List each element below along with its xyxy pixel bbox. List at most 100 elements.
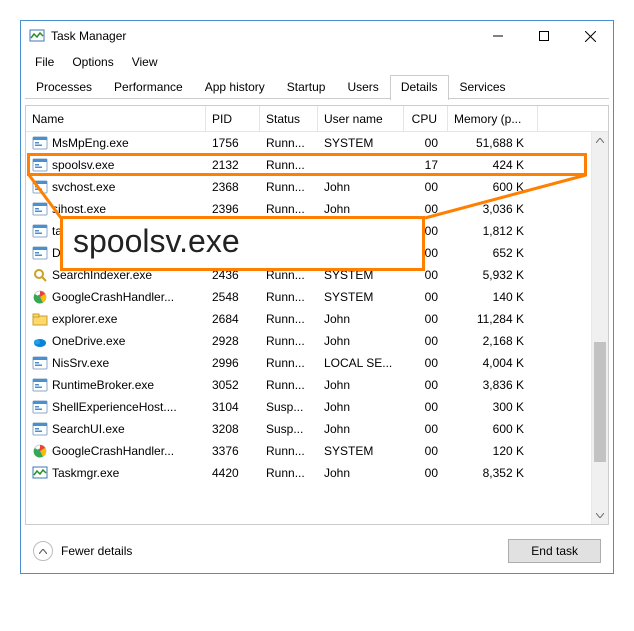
process-user: John bbox=[318, 375, 404, 395]
process-name: ShellExperienceHost.... bbox=[52, 400, 177, 414]
process-status: Runn... bbox=[260, 177, 318, 197]
table-row[interactable]: RuntimeBroker.exe3052Runn...John003,836 … bbox=[26, 374, 608, 396]
end-task-button[interactable]: End task bbox=[508, 539, 601, 563]
process-memory: 1,812 K bbox=[448, 221, 538, 241]
tab-details[interactable]: Details bbox=[390, 75, 449, 100]
process-memory: 120 K bbox=[448, 441, 538, 461]
table-row[interactable]: GoogleCrashHandler...3376Runn...SYSTEM00… bbox=[26, 440, 608, 462]
process-name: MsMpEng.exe bbox=[52, 136, 129, 150]
tab-startup[interactable]: Startup bbox=[276, 75, 337, 99]
process-user: John bbox=[318, 177, 404, 197]
process-memory: 4,004 K bbox=[448, 353, 538, 373]
process-icon bbox=[32, 333, 48, 349]
callout-box: spoolsv.exe bbox=[60, 216, 425, 271]
process-name: sihost.exe bbox=[52, 202, 106, 216]
process-memory: 600 K bbox=[448, 177, 538, 197]
window-controls bbox=[475, 21, 613, 51]
scroll-thumb[interactable] bbox=[594, 342, 606, 462]
tab-processes[interactable]: Processes bbox=[25, 75, 103, 99]
header-pid[interactable]: PID bbox=[206, 106, 260, 131]
header-memory[interactable]: Memory (p... bbox=[448, 106, 538, 131]
table-row[interactable]: explorer.exe2684Runn...John0011,284 K bbox=[26, 308, 608, 330]
process-icon bbox=[32, 135, 48, 151]
table-row[interactable]: ShellExperienceHost....3104Susp...John00… bbox=[26, 396, 608, 418]
process-memory: 5,932 K bbox=[448, 265, 538, 285]
table-row[interactable]: NisSrv.exe2996Runn...LOCAL SE...004,004 … bbox=[26, 352, 608, 374]
process-cpu: 00 bbox=[404, 331, 448, 351]
callout-text: spoolsv.exe bbox=[73, 223, 240, 259]
process-user: LOCAL SE... bbox=[318, 353, 404, 373]
process-icon bbox=[32, 465, 48, 481]
process-pid: 3376 bbox=[206, 441, 260, 461]
tab-services[interactable]: Services bbox=[449, 75, 517, 99]
header-user[interactable]: User name bbox=[318, 106, 404, 131]
chevron-up-icon bbox=[33, 541, 53, 561]
process-user: SYSTEM bbox=[318, 133, 404, 153]
process-name: svchost.exe bbox=[52, 180, 115, 194]
process-memory: 2,168 K bbox=[448, 331, 538, 351]
table-row[interactable]: svchost.exe2368Runn...John00600 K bbox=[26, 176, 608, 198]
process-status: Runn... bbox=[260, 441, 318, 461]
process-icon bbox=[32, 245, 48, 261]
tab-app-history[interactable]: App history bbox=[194, 75, 276, 99]
process-icon bbox=[32, 223, 48, 239]
process-icon bbox=[32, 267, 48, 283]
table-row[interactable]: OneDrive.exe2928Runn...John002,168 K bbox=[26, 330, 608, 352]
process-name: NisSrv.exe bbox=[52, 356, 109, 370]
process-icon bbox=[32, 179, 48, 195]
process-name: SearchUI.exe bbox=[52, 422, 125, 436]
process-name: Taskmgr.exe bbox=[52, 466, 119, 480]
close-button[interactable] bbox=[567, 21, 613, 51]
process-status: Susp... bbox=[260, 419, 318, 439]
vertical-scrollbar[interactable] bbox=[591, 132, 608, 524]
process-memory: 51,688 K bbox=[448, 133, 538, 153]
task-manager-window: Task Manager File Options View Processes… bbox=[20, 20, 614, 574]
table-row[interactable]: spoolsv.exe2132Runn...17424 K bbox=[26, 154, 608, 176]
table-row[interactable]: GoogleCrashHandler...2548Runn...SYSTEM00… bbox=[26, 286, 608, 308]
table-row[interactable]: SearchUI.exe3208Susp...John00600 K bbox=[26, 418, 608, 440]
maximize-button[interactable] bbox=[521, 21, 567, 51]
menu-view[interactable]: View bbox=[124, 53, 166, 71]
table-row[interactable]: MsMpEng.exe1756Runn...SYSTEM0051,688 K bbox=[26, 132, 608, 154]
process-pid: 2928 bbox=[206, 331, 260, 351]
tab-bar: Processes Performance App history Startu… bbox=[21, 75, 613, 99]
menu-options[interactable]: Options bbox=[64, 53, 121, 71]
process-status: Runn... bbox=[260, 353, 318, 373]
process-pid: 2548 bbox=[206, 287, 260, 307]
process-memory: 300 K bbox=[448, 397, 538, 417]
process-cpu: 00 bbox=[404, 419, 448, 439]
process-name: spoolsv.exe bbox=[52, 158, 114, 172]
header-name[interactable]: Name bbox=[26, 106, 206, 131]
process-cpu: 00 bbox=[404, 375, 448, 395]
process-pid: 3104 bbox=[206, 397, 260, 417]
scroll-up-icon[interactable] bbox=[592, 132, 608, 149]
fewer-details-toggle[interactable]: Fewer details bbox=[33, 541, 508, 561]
header-cpu[interactable]: CPU bbox=[404, 106, 448, 131]
process-user: John bbox=[318, 419, 404, 439]
process-cpu: 00 bbox=[404, 463, 448, 483]
process-pid: 3208 bbox=[206, 419, 260, 439]
header-status[interactable]: Status bbox=[260, 106, 318, 131]
process-pid: 2132 bbox=[206, 155, 260, 175]
table-row[interactable]: Taskmgr.exe4420Runn...John008,352 K bbox=[26, 462, 608, 484]
tab-users[interactable]: Users bbox=[336, 75, 389, 99]
process-memory: 140 K bbox=[448, 287, 538, 307]
scroll-down-icon[interactable] bbox=[592, 507, 608, 524]
process-name: GoogleCrashHandler... bbox=[52, 290, 174, 304]
tab-performance[interactable]: Performance bbox=[103, 75, 194, 99]
process-icon bbox=[32, 157, 48, 173]
minimize-button[interactable] bbox=[475, 21, 521, 51]
process-cpu: 00 bbox=[404, 397, 448, 417]
process-memory: 3,036 K bbox=[448, 199, 538, 219]
process-icon bbox=[32, 399, 48, 415]
process-name: explorer.exe bbox=[52, 312, 117, 326]
content: Name PID Status User name CPU Memory (p.… bbox=[21, 99, 613, 529]
menu-file[interactable]: File bbox=[27, 53, 62, 71]
process-user: John bbox=[318, 331, 404, 351]
process-pid: 4420 bbox=[206, 463, 260, 483]
process-pid: 2996 bbox=[206, 353, 260, 373]
process-status: Runn... bbox=[260, 463, 318, 483]
process-name: GoogleCrashHandler... bbox=[52, 444, 174, 458]
process-status: Runn... bbox=[260, 133, 318, 153]
process-status: Runn... bbox=[260, 331, 318, 351]
